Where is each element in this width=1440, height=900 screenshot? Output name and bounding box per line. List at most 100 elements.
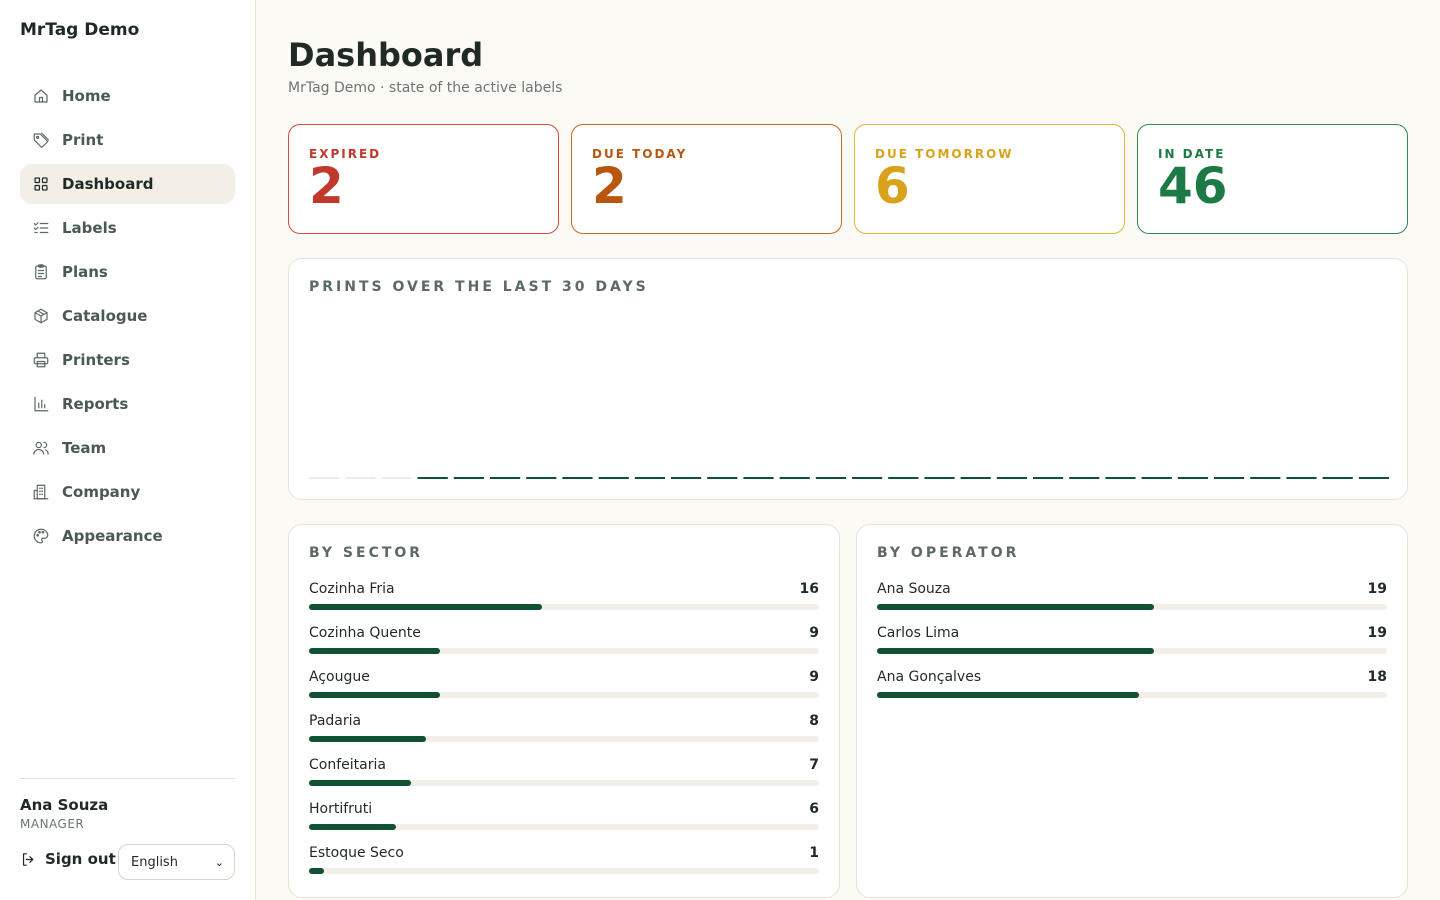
bar-row: Ana Souza 19 — [877, 581, 1387, 621]
chart-bar — [671, 477, 702, 479]
bar-row: Hortifruti 6 — [309, 801, 819, 841]
sector-panel: BY SECTOR Cozinha Fria 16 Cozinha Quente 9 A… — [288, 524, 840, 898]
bar-name: Ana Souza — [877, 581, 951, 597]
bar-fill — [309, 604, 543, 610]
chart-bar — [1069, 477, 1100, 479]
stat-value: 6 — [875, 157, 910, 215]
sign-out-label: Sign out — [45, 850, 116, 868]
bar-row: Ana Gonçalves 18 — [877, 669, 1387, 709]
sidebar-item-label: Dashboard — [62, 175, 154, 193]
chart-bar — [634, 477, 665, 479]
stat-value: 46 — [1158, 157, 1228, 215]
stat-card-expired: EXPIRED 2 — [288, 124, 559, 234]
prints-panel: PRINTS OVER THE LAST 30 DAYS — [288, 258, 1408, 500]
sign-out-icon — [22, 852, 34, 866]
chart-bar — [1358, 477, 1389, 479]
sidebar-item-company[interactable]: Company — [20, 472, 235, 512]
sidebar-item-label: Catalogue — [62, 307, 148, 325]
sidebar-item-label: Team — [62, 439, 107, 457]
sidebar-item-printers[interactable]: Printers — [20, 340, 235, 380]
bar-track — [877, 692, 1387, 698]
chart-bar — [1177, 477, 1208, 479]
bar-track — [309, 692, 819, 698]
page-title: Dashboard — [288, 36, 484, 74]
sign-out-button[interactable]: Sign out — [20, 850, 116, 868]
bar-fill — [309, 868, 324, 874]
bar-count: 9 — [809, 625, 819, 641]
sidebar-item-label: Reports — [62, 395, 129, 413]
bar-fill — [309, 736, 426, 742]
bar-count: 16 — [799, 581, 819, 597]
bar-count: 1 — [809, 845, 819, 861]
chart-bar — [309, 477, 340, 479]
chart-bar — [960, 477, 991, 479]
building-icon — [32, 483, 50, 501]
bar-fill — [877, 692, 1140, 698]
operator-panel: BY OPERATOR Ana Souza 19 Carlos Lima 19 Ana … — [856, 524, 1408, 898]
chart-bar — [598, 477, 629, 479]
chart-bar — [490, 477, 521, 479]
sidebar-item-appearance[interactable]: Appearance — [20, 516, 235, 556]
sidebar-item-label: Plans — [62, 263, 108, 281]
prints-chart — [309, 477, 1389, 479]
stat-value: 2 — [309, 157, 344, 215]
chart-bar — [707, 477, 738, 479]
sidebar-item-reports[interactable]: Reports — [20, 384, 235, 424]
checklist-icon — [32, 219, 50, 237]
chart-bar — [1250, 477, 1281, 479]
sidebar-item-label: Home — [62, 87, 111, 105]
sidebar-item-plans[interactable]: Plans — [20, 252, 235, 292]
page-subtitle: MrTag Demo · state of the active labels — [288, 80, 563, 96]
users-icon — [32, 439, 50, 457]
chart-bar — [526, 477, 557, 479]
chart-bar — [345, 477, 376, 479]
chart-bar — [888, 477, 919, 479]
sidebar-item-dashboard[interactable]: Dashboard — [20, 164, 235, 204]
bar-row: Cozinha Fria 16 — [309, 581, 819, 621]
bar-name: Hortifruti — [309, 801, 373, 817]
chart-bar — [743, 477, 774, 479]
prints-panel-title: PRINTS OVER THE LAST 30 DAYS — [309, 279, 649, 295]
printer-icon — [32, 351, 50, 369]
bar-fill — [309, 692, 441, 698]
bar-fill — [309, 824, 397, 830]
bar-name: Confeitaria — [309, 757, 386, 773]
bar-name: Ana Gonçalves — [877, 669, 982, 685]
bar-name: Cozinha Quente — [309, 625, 421, 641]
sidebar-item-catalogue[interactable]: Catalogue — [20, 296, 235, 336]
bar-count: 18 — [1367, 669, 1387, 685]
chart-bar — [815, 477, 846, 479]
sidebar-item-label: Appearance — [62, 527, 163, 545]
chart-bar — [562, 477, 593, 479]
chart-bar — [779, 477, 810, 479]
language-select[interactable]: English ⌄ — [118, 844, 235, 880]
sidebar-item-label: Company — [62, 483, 141, 501]
sidebar-item-label: Print — [62, 131, 104, 149]
bar-row: Confeitaria 7 — [309, 757, 819, 797]
sidebar-nav: Home Print Dashboard Labels Plans Catalogue Pr… — [20, 76, 235, 560]
chart-bar — [1105, 477, 1136, 479]
sidebar-divider — [20, 778, 235, 779]
bar-track — [309, 736, 819, 742]
stat-card-due-tomorrow: DUE TOMORROW 6 — [854, 124, 1125, 234]
chart-bar — [1322, 477, 1353, 479]
bar-row: Carlos Lima 19 — [877, 625, 1387, 665]
chart-bar — [417, 477, 448, 479]
bar-track — [309, 780, 819, 786]
sidebar-item-home[interactable]: Home — [20, 76, 235, 116]
sidebar-item-labels[interactable]: Labels — [20, 208, 235, 248]
chart-bar — [1286, 477, 1317, 479]
bar-track — [309, 824, 819, 830]
bar-track — [309, 868, 819, 874]
chart-bar — [996, 477, 1027, 479]
sidebar-item-print[interactable]: Print — [20, 120, 235, 160]
chart-bar — [852, 477, 883, 479]
bar-row: Açougue 9 — [309, 669, 819, 709]
box-icon — [32, 307, 50, 325]
stat-card-due-today: DUE TODAY 2 — [571, 124, 842, 234]
user-role: MANAGER — [20, 817, 85, 831]
bar-count: 9 — [809, 669, 819, 685]
sidebar-item-team[interactable]: Team — [20, 428, 235, 468]
chevron-down-icon: ⌄ — [214, 855, 224, 869]
bar-fill — [309, 648, 441, 654]
